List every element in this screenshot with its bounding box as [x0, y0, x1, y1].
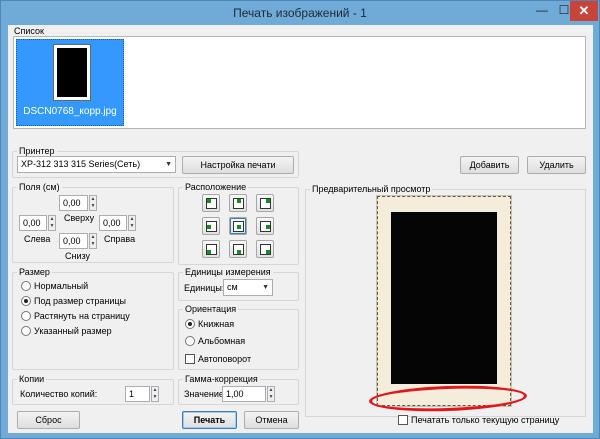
preview-group: Предварительный просмотр	[305, 184, 586, 417]
gamma-label: Значение:	[184, 389, 227, 399]
orientation-portrait-label: Книжная	[198, 319, 235, 329]
placement-group-title: Расположение	[183, 182, 249, 192]
printer-select[interactable]: XP-312 313 315 Series(Сеть) ▼	[17, 156, 176, 173]
position-top-right-button[interactable]	[256, 194, 274, 212]
remove-button[interactable]: Удалить	[527, 156, 586, 174]
image-list[interactable]: DSCN0768_корр.jpg	[13, 36, 586, 129]
gamma-group-title: Гамма-коррекция	[183, 374, 260, 384]
print-button[interactable]: Печать	[182, 411, 237, 429]
autorotate-checkbox[interactable]	[185, 354, 195, 364]
position-bottom-center-button[interactable]	[229, 240, 247, 258]
chevron-down-icon: ▼	[262, 284, 269, 291]
margin-right-field[interactable]: 0,00	[99, 215, 127, 231]
size-custom-radio[interactable]	[21, 326, 31, 336]
margin-left-label: Слева	[24, 234, 51, 244]
list-group-title: Список	[14, 26, 44, 36]
close-button[interactable]: ✕	[570, 1, 598, 21]
position-bottom-left-button[interactable]	[202, 240, 220, 258]
margins-group-title: Поля (см)	[17, 182, 62, 192]
print-images-window: Печать изображений - 1 — ☐ ✕ Список DSCN…	[0, 0, 600, 439]
margin-left-spinner[interactable]: ▲ ▼	[48, 215, 56, 231]
preview-group-title: Предварительный просмотр	[310, 184, 433, 194]
units-label: Единицы:	[184, 283, 225, 293]
gamma-field[interactable]: 1,00	[222, 386, 266, 402]
size-custom-label: Указанный размер	[34, 326, 112, 336]
copies-field[interactable]: 1	[125, 386, 150, 402]
minimize-button[interactable]: —	[529, 1, 555, 21]
preview-photo	[391, 212, 497, 384]
margin-bottom-label: Снизу	[65, 251, 91, 261]
position-middle-right-button[interactable]	[256, 217, 274, 235]
window-title: Печать изображений - 1	[233, 6, 367, 20]
position-bottom-right-button[interactable]	[256, 240, 274, 258]
copies-group-title: Копии	[17, 374, 47, 384]
copies-label: Количество копий:	[20, 389, 98, 399]
size-stretch-radio[interactable]	[21, 311, 31, 321]
units-group-title: Единицы измерения	[183, 267, 273, 277]
title-bar[interactable]: Печать изображений - 1 — ☐ ✕	[1, 1, 599, 25]
cancel-button[interactable]: Отмена	[244, 411, 299, 429]
print-current-page-label: Печатать только текущую страницу	[411, 415, 560, 425]
autorotate-label: Автоповорот	[198, 354, 252, 364]
position-top-left-button[interactable]	[202, 194, 220, 212]
gamma-spinner[interactable]: ▲ ▼	[267, 386, 275, 402]
print-current-page-checkbox[interactable]	[398, 415, 408, 425]
list-item-label: DSCN0768_корр.jpg	[23, 106, 117, 117]
units-select[interactable]: см ▼	[223, 279, 273, 296]
chevron-down-icon: ▼	[165, 161, 172, 168]
copies-spinner[interactable]: ▲ ▼	[151, 386, 159, 402]
printer-select-value: XP-312 313 315 Series(Сеть)	[21, 159, 141, 169]
list-item-image[interactable]: DSCN0768_корр.jpg	[16, 39, 124, 126]
margin-top-field[interactable]: 0,00	[59, 195, 88, 211]
size-group-title: Размер	[17, 267, 52, 277]
orientation-landscape-label: Альбомная	[198, 336, 246, 346]
units-select-value: см	[227, 282, 238, 292]
dialog-body: Список DSCN0768_корр.jpg Принтер XP-312 …	[8, 25, 593, 433]
margin-bottom-spinner[interactable]: ▲ ▼	[89, 233, 97, 249]
size-normal-label: Нормальный	[34, 281, 89, 291]
printer-group-title: Принтер	[17, 146, 57, 156]
orientation-portrait-radio[interactable]	[185, 319, 195, 329]
add-button[interactable]: Добавить	[460, 156, 519, 174]
position-center-button[interactable]	[229, 217, 247, 235]
margin-right-label: Справа	[104, 234, 136, 244]
orientation-group-title: Ориентация	[183, 304, 239, 314]
margin-top-label: Сверху	[64, 213, 95, 223]
orientation-landscape-radio[interactable]	[185, 336, 195, 346]
size-fit-page-radio[interactable]	[21, 296, 31, 306]
thumbnail-photo	[57, 48, 87, 97]
size-stretch-label: Растянуть на страницу	[34, 311, 130, 321]
preview-page	[376, 195, 512, 407]
margin-right-spinner[interactable]: ▲ ▼	[128, 215, 136, 231]
print-settings-button[interactable]: Настройка печати	[182, 156, 294, 174]
reset-button[interactable]: Сброс	[17, 411, 80, 429]
size-normal-radio[interactable]	[21, 281, 31, 291]
image-thumbnail	[53, 44, 91, 101]
position-top-center-button[interactable]	[229, 194, 247, 212]
size-fit-page-label: Под размер страницы	[34, 296, 127, 306]
margin-left-field[interactable]: 0,00	[19, 215, 47, 231]
margin-bottom-field[interactable]: 0,00	[59, 233, 88, 249]
position-middle-left-button[interactable]	[202, 217, 220, 235]
margin-top-spinner[interactable]: ▲ ▼	[89, 195, 97, 211]
